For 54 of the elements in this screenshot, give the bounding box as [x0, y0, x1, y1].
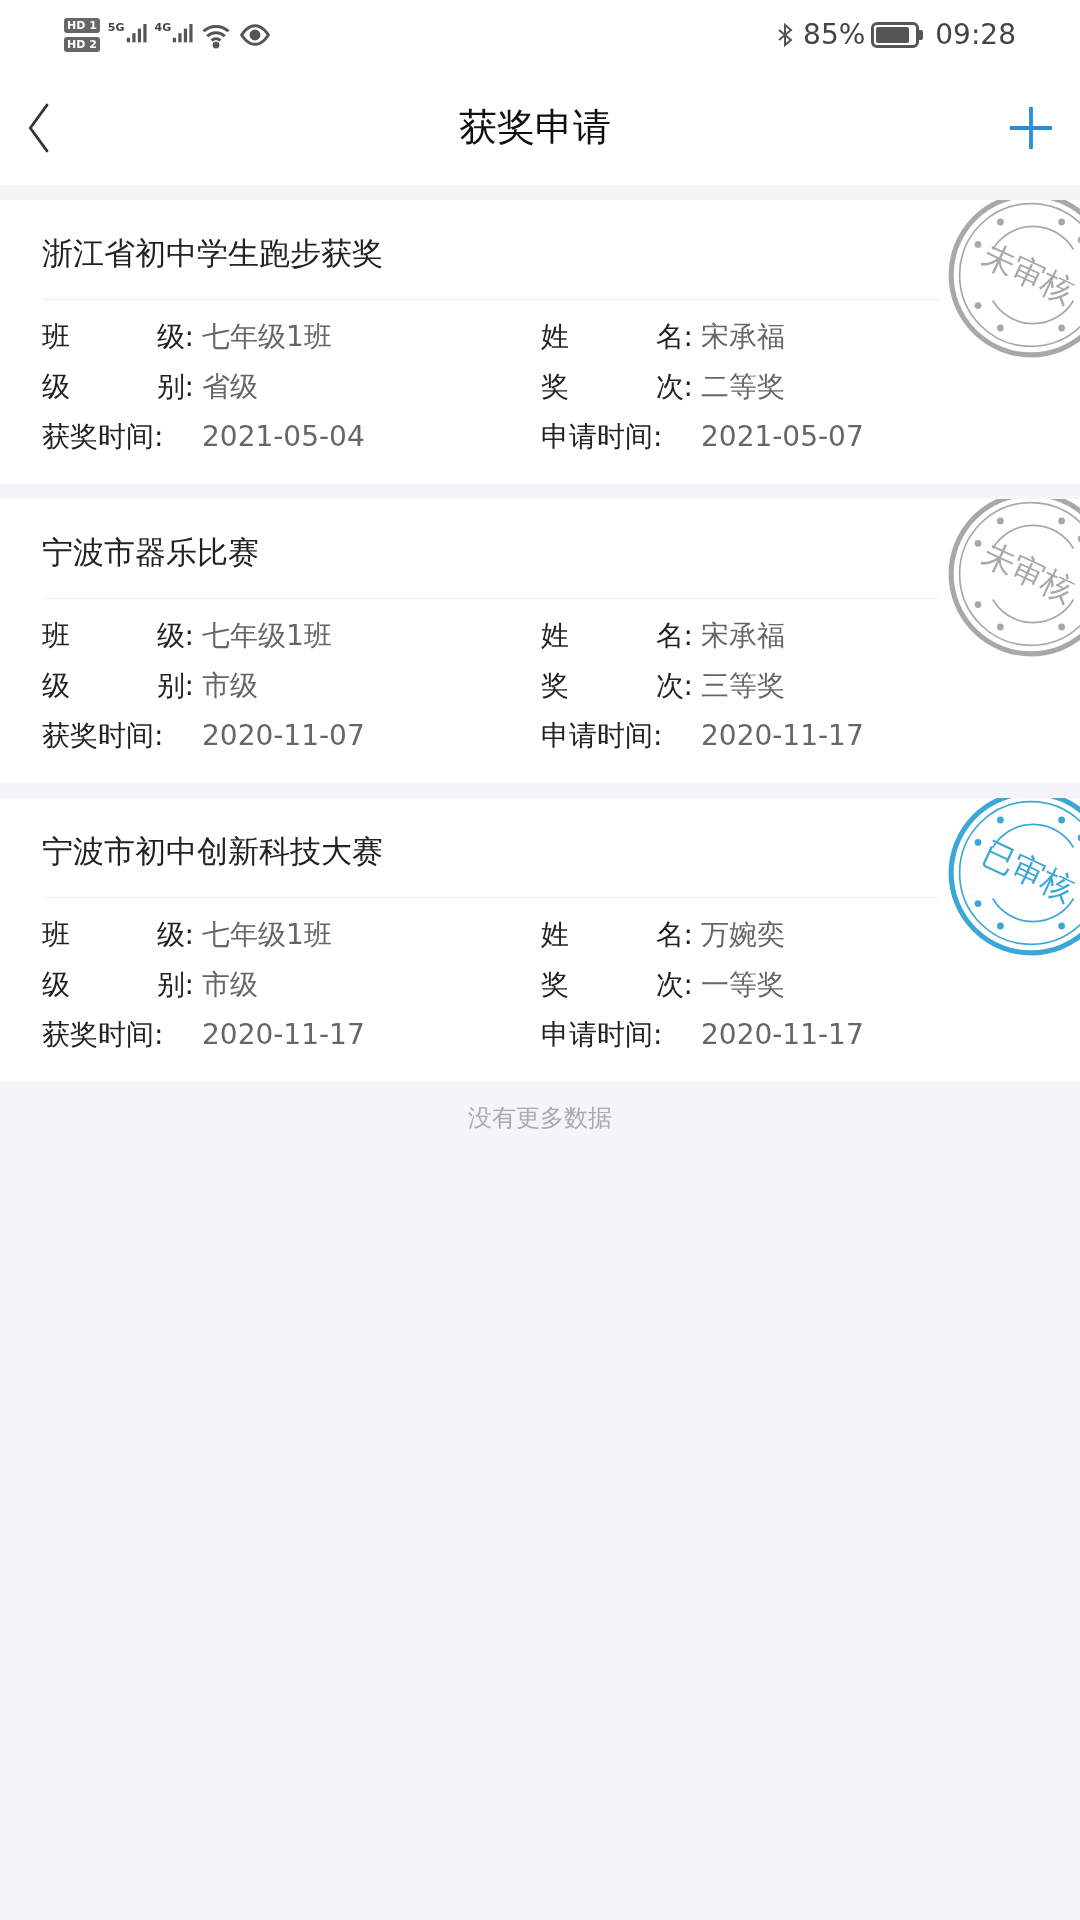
network-type: 4G [154, 22, 172, 33]
field-label: 申请时间: [541, 1017, 664, 1053]
field-label: 奖 次: [541, 369, 693, 405]
field-label: 级 别: [42, 369, 194, 405]
field-label: 申请时间: [541, 718, 664, 754]
stamp-drawing: 已审核 [946, 798, 1080, 958]
field-label: 获奖时间: [42, 419, 165, 455]
field-value: 2020-11-07 [202, 718, 365, 754]
field-label: 获奖时间: [42, 718, 165, 754]
award-card[interactable]: 未审核 宁波市器乐比赛 班 级: 七年级1班 姓 名: 宋承福 级 别: 市级 奖 次: 三等奖 获奖时间: 2020-11-07 申请时间: 2020-11-17 [0, 499, 1080, 783]
field-value: 2020-11-17 [701, 718, 864, 754]
clock: 09:28 [935, 17, 1016, 53]
field-label: 获奖时间: [42, 1017, 165, 1053]
field-value: 七年级1班 [202, 618, 332, 654]
stamp-drawing: 未审核 [946, 200, 1080, 360]
award-card[interactable]: 未审核 浙江省初中学生跑步获奖 班 级: 七年级1班 姓 名: 宋承福 级 别: 省级 奖 次: 二等奖 获奖时间: 2021-05-04 申请时间: 2021-05-07 [0, 200, 1080, 484]
network-type: 5G [107, 22, 125, 33]
field-value: 七年级1班 [202, 319, 332, 355]
sim-badge: HD 2 [64, 37, 100, 52]
field-value: 三等奖 [701, 668, 785, 704]
field-label: 级 别: [42, 967, 194, 1003]
award-card[interactable]: 已审核 宁波市初中创新科技大赛 班 级: 七年级1班 姓 名: 万婉奕 级 别: 市级 奖 次: 一等奖 获奖时间: 2020-11-17 申请时间: 2020-11-17 [0, 798, 1080, 1082]
field-label: 奖 次: [541, 967, 693, 1003]
battery-icon [871, 22, 924, 48]
field-value: 省级 [202, 369, 258, 405]
field-label: 班 级: [42, 319, 194, 355]
field-value: 市级 [202, 967, 258, 1003]
field-value: 万婉奕 [701, 917, 785, 953]
field-label: 申请时间: [541, 419, 664, 455]
award-title: 宁波市初中创新科技大赛 [42, 832, 383, 872]
field-value: 2020-11-17 [202, 1017, 365, 1053]
award-title: 宁波市器乐比赛 [42, 533, 259, 573]
field-label: 级 别: [42, 668, 194, 704]
field-value: 七年级1班 [202, 917, 332, 953]
field-value: 宋承福 [701, 618, 785, 654]
field-label: 姓 名: [541, 618, 693, 654]
field-label: 班 级: [42, 917, 194, 953]
field-label: 班 级: [42, 618, 194, 654]
no-more-data-text: 没有更多数据 [468, 1103, 612, 1134]
field-value: 二等奖 [701, 369, 785, 405]
sim-badge: HD 1 [64, 18, 100, 33]
award-title: 浙江省初中学生跑步获奖 [42, 234, 383, 274]
field-label: 姓 名: [541, 319, 693, 355]
field-value: 2021-05-04 [202, 419, 365, 455]
field-value: 宋承福 [701, 319, 785, 355]
page-title: 获奖申请 [459, 104, 611, 151]
field-value: 一等奖 [701, 967, 785, 1003]
field-value: 2020-11-17 [701, 1017, 864, 1053]
field-label: 姓 名: [541, 917, 693, 953]
field-value: 2021-05-07 [701, 419, 864, 455]
stamp-drawing: 未审核 [946, 499, 1080, 659]
field-value: 市级 [202, 668, 258, 704]
battery-percent: 85% [803, 17, 866, 53]
field-label: 奖 次: [541, 668, 693, 704]
